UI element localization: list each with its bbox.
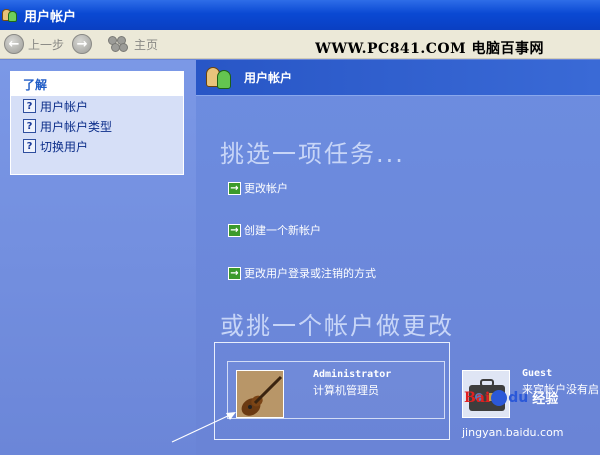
sidebar-item-account-types[interactable]: ? 用户帐户类型 (11, 116, 183, 136)
task-label: 创建一个新帐户 (244, 224, 321, 237)
site-watermark: WWW.PC841.COM 电脑百事网 (315, 41, 544, 57)
home-users-icon (108, 35, 130, 53)
learn-about-panel: 了解 ? 用户帐户 ? 用户帐户类型 ? 切换用户 (10, 71, 184, 175)
sidebar-item-switch-users[interactable]: ? 切换用户 (11, 136, 183, 156)
back-button[interactable]: ← 上一步 (0, 32, 68, 56)
green-arrow-icon: → (228, 223, 241, 237)
sidebar-item-label: 用户帐户类型 (40, 119, 113, 134)
task-label: 更改帐户 (244, 182, 288, 195)
help-icon: ? (23, 139, 36, 153)
baidu-logo-text-2: du (508, 389, 529, 406)
baidu-logo-label: 经验 (532, 392, 559, 407)
guest-account-name[interactable]: Guest (522, 368, 552, 379)
home-label: 主页 (134, 37, 159, 52)
user-accounts-icon (206, 66, 236, 90)
left-task-pane: 了解 ? 用户帐户 ? 用户帐户类型 ? 切换用户 (0, 60, 196, 455)
green-arrow-icon: → (228, 181, 241, 195)
change-account-link[interactable]: → 更改帐户 (228, 180, 288, 196)
main-header-title: 用户帐户 (244, 71, 293, 85)
baidu-url: jingyan.baidu.com (462, 426, 564, 439)
admin-account-selection: Administrator 计算机管理员 (214, 342, 450, 440)
sidebar-item-user-accounts[interactable]: ? 用户帐户 (11, 96, 183, 116)
back-arrow-icon: ← (4, 34, 24, 54)
sidebar-item-label: 切换用户 (40, 139, 89, 154)
forward-button[interactable]: → (68, 32, 96, 56)
account-name: Administrator (313, 369, 392, 380)
home-button[interactable]: 主页 (104, 32, 162, 56)
window-title-bar: 用户帐户 (0, 0, 600, 30)
account-administrator[interactable]: Administrator 计算机管理员 (227, 361, 445, 419)
account-role: 计算机管理员 (313, 384, 379, 397)
forward-arrow-icon: → (72, 34, 93, 54)
guitar-picture (236, 370, 284, 418)
paw-icon (491, 389, 508, 406)
main-header: 用户帐户 (196, 60, 600, 96)
baidu-logo-text-1: Bai (464, 389, 491, 406)
change-logon-method-link[interactable]: → 更改用户登录或注销的方式 (228, 265, 376, 281)
learn-about-header: 了解 (11, 72, 183, 96)
pick-account-heading: 或挑一个帐户做更改 (220, 312, 454, 340)
back-label: 上一步 (28, 37, 65, 52)
sidebar-item-label: 用户帐户 (40, 99, 89, 114)
window-title: 用户帐户 (24, 9, 77, 25)
help-icon: ? (23, 99, 36, 113)
baidu-jingyan-logo: Bai du 经验 (464, 388, 558, 407)
create-account-link[interactable]: → 创建一个新帐户 (228, 222, 321, 238)
task-heading: 挑选一项任务... (220, 140, 405, 168)
help-icon: ? (23, 119, 36, 133)
toolbar: ← 上一步 → 主页 WWW.PC841.COM 电脑百事网 (0, 30, 600, 59)
task-label: 更改用户登录或注销的方式 (244, 267, 376, 280)
green-arrow-icon: → (228, 266, 241, 280)
users-app-icon (2, 7, 18, 23)
